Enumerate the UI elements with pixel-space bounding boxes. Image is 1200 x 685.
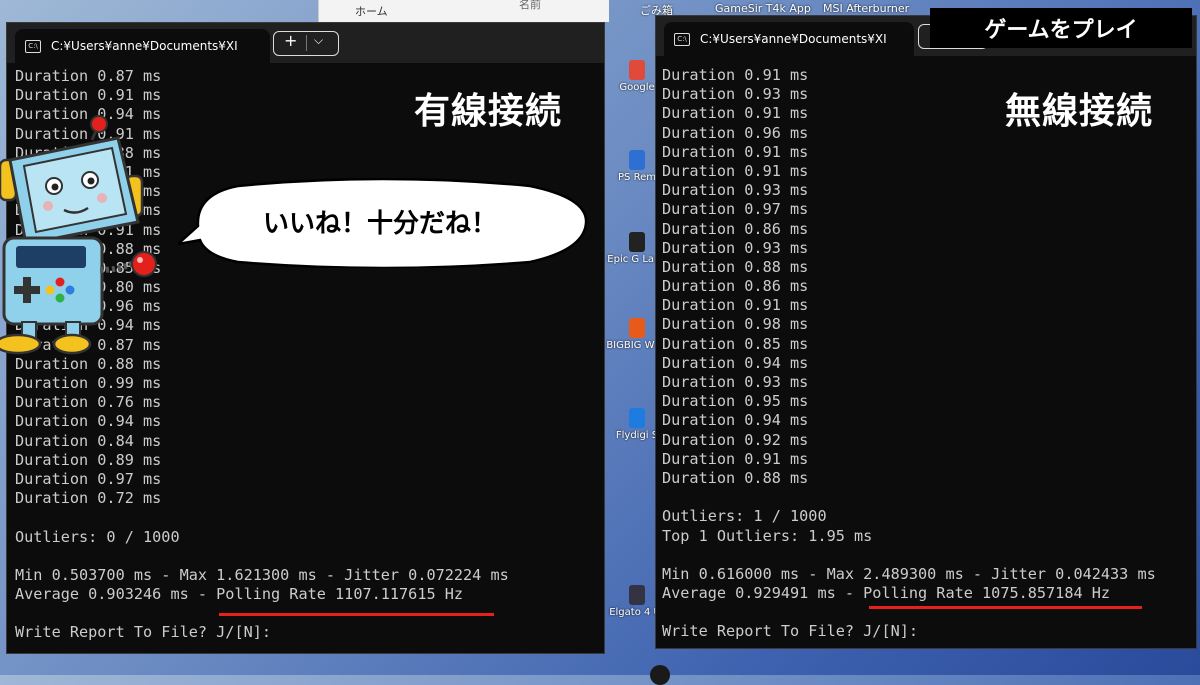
terminal-line: Duration 0.76 ms <box>15 393 162 412</box>
terminal-line: Write Report To File? J/[N]: <box>662 622 919 641</box>
polling-rate-underline <box>219 613 494 616</box>
terminal-line: Duration 0.91 ms <box>662 142 809 161</box>
speech-bubble-text: いいね！十分だね！ <box>263 209 498 239</box>
overlay-title-wired: 有線接続 <box>414 91 563 132</box>
terminal-line: Duration 0.97 ms <box>662 200 809 219</box>
app-icon <box>629 60 645 80</box>
app-icon <box>629 585 645 605</box>
terminal-line: Duration 0.84 ms <box>15 431 162 450</box>
terminal-line: Duration 0.93 ms <box>662 373 809 391</box>
terminal-icon: C:\ <box>25 39 41 53</box>
app-icon <box>629 232 645 252</box>
terminal-line: Duration 0.72 ms <box>15 489 162 508</box>
terminal-line: Duration 0.86 ms <box>662 277 809 296</box>
terminal-line: Duration 0.99 ms <box>15 374 162 392</box>
banner-play-game: ゲームをプレイ <box>930 8 1192 48</box>
terminal-tab[interactable]: C:\ C:¥Users¥anne¥Documents¥XI <box>664 22 914 56</box>
terminal-tab[interactable]: C:\ C:¥Users¥anne¥Documents¥XI <box>15 29 270 63</box>
terminal-line: Duration 0.86 ms <box>662 219 809 238</box>
terminal-line: Duration 0.94 ms <box>662 411 809 430</box>
app-icon <box>629 318 645 338</box>
terminal-line: Duration 0.88 ms <box>662 468 809 487</box>
explorer-name-column[interactable]: 名前 <box>519 0 541 12</box>
chevron-down-icon[interactable]: ⌵ <box>314 33 323 48</box>
terminal-line: Duration 0.91 ms <box>662 449 809 468</box>
explorer-home-label[interactable]: ホーム <box>355 3 388 19</box>
terminal-line: Duration 0.88 ms <box>662 257 809 276</box>
plus-icon[interactable]: + <box>284 31 297 50</box>
overlay-title-wireless: 無線接続 <box>1005 91 1154 132</box>
speech-bubble: いいね！十分だね！ <box>173 177 590 270</box>
terminal-line: Average 0.903246 ms - Polling Rate 1107.… <box>15 585 464 604</box>
terminal-line: Duration 0.94 ms <box>15 412 162 431</box>
terminal-line: Duration 0.94 ms <box>662 353 809 372</box>
terminal-icon: C:\ <box>674 32 690 46</box>
desktop-icon-gamesir[interactable]: GameSir T4k App <box>715 2 811 15</box>
terminal-line: Duration 0.93 ms <box>662 238 809 257</box>
terminal-line: Write Report To File? J/[N]: <box>15 623 272 642</box>
terminal-titlebar[interactable]: C:\ C:¥Users¥anne¥Documents¥XI + ⌵ <box>7 23 604 63</box>
terminal-line: Duration 0.89 ms <box>15 450 162 469</box>
terminal-line: Outliers: 0 / 1000 <box>15 527 180 546</box>
terminal-line: Min 0.503700 ms - Max 1.621300 ms - Jitt… <box>15 565 509 584</box>
terminal-line: Duration 0.85 ms <box>662 334 809 353</box>
terminal-output[interactable]: Duration 0.91 ms Duration 0.93 ms Duration… <box>662 66 1156 642</box>
terminal-line: Average 0.929491 ms - Polling Rate 1075.… <box>662 584 1111 603</box>
app-icon <box>629 408 645 428</box>
taskbar-dot <box>650 665 670 685</box>
terminal-tab-title: C:¥Users¥anne¥Documents¥XI <box>51 39 238 53</box>
terminal-line: Duration 0.97 ms <box>15 469 162 488</box>
new-tab-button[interactable]: + ⌵ <box>273 31 339 56</box>
terminal-line: Outliers: 1 / 1000 <box>662 507 827 526</box>
explorer-window-strip: ホーム 名前 <box>318 0 609 22</box>
terminal-tab-title: C:¥Users¥anne¥Documents¥XI <box>700 32 887 46</box>
robot-mascot-icon <box>0 115 157 355</box>
desktop-icon-msi-afterburner[interactable]: MSI Afterburner <box>823 2 909 15</box>
terminal-line: Duration 0.95 ms <box>662 392 809 411</box>
polling-rate-underline <box>869 606 1142 609</box>
divider <box>306 35 307 51</box>
terminal-line: Duration 0.91 ms <box>662 296 809 315</box>
terminal-line: Min 0.616000 ms - Max 2.489300 ms - Jitt… <box>662 564 1156 583</box>
terminal-line: Duration 0.98 ms <box>662 315 809 334</box>
app-icon <box>629 150 645 170</box>
terminal-line: Duration 0.88 ms <box>15 354 162 373</box>
terminal-line: Duration 0.91 ms <box>662 161 809 180</box>
terminal-line: Top 1 Outliers: 1.95 ms <box>662 526 873 545</box>
terminal-line: Duration 0.93 ms <box>662 181 809 200</box>
terminal-line: Duration 0.92 ms <box>662 430 809 449</box>
